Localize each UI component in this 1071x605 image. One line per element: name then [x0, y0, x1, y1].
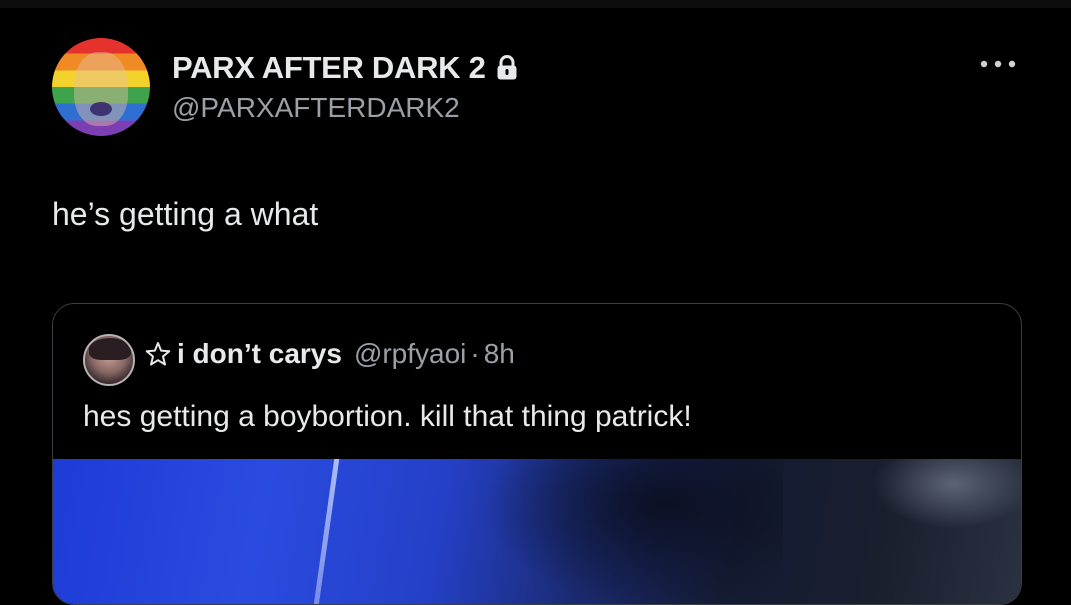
quoted-tweet-card[interactable]: i don’t carys @rpfyaoi · 8h hes getting …: [52, 303, 1022, 605]
quoted-avatar-hair: [89, 338, 131, 360]
quoted-tweet-timestamp[interactable]: 8h: [484, 338, 515, 370]
author-display-name-row[interactable]: PARX AFTER DARK 2: [172, 50, 518, 86]
quoted-author-avatar[interactable]: [83, 334, 135, 386]
quoted-tweet-header: i don’t carys @rpfyaoi · 8h: [145, 338, 515, 370]
media-light-streak: [310, 459, 341, 604]
more-horizontal-icon[interactable]: [978, 54, 1018, 74]
star-outline-icon: [145, 342, 171, 366]
author-handle[interactable]: @PARXAFTERDARK2: [172, 92, 460, 124]
quoted-author-handle[interactable]: @rpfyaoi: [354, 338, 466, 370]
quoted-tweet-text: hes getting a boybortion. kill that thin…: [83, 400, 692, 433]
lock-icon: [497, 55, 517, 80]
tweet-text: he’s getting a what: [52, 196, 319, 232]
avatar-mouth: [90, 102, 112, 116]
separator-dot: ·: [470, 338, 480, 369]
media-light-area: [873, 459, 1021, 529]
top-strip: [0, 0, 1071, 8]
author-display-name[interactable]: PARX AFTER DARK 2: [172, 50, 486, 86]
quoted-author-display-name[interactable]: i don’t carys: [177, 338, 342, 370]
media-dark-area: [483, 459, 783, 604]
author-avatar[interactable]: [52, 38, 150, 136]
quoted-tweet-media[interactable]: [53, 459, 1021, 604]
